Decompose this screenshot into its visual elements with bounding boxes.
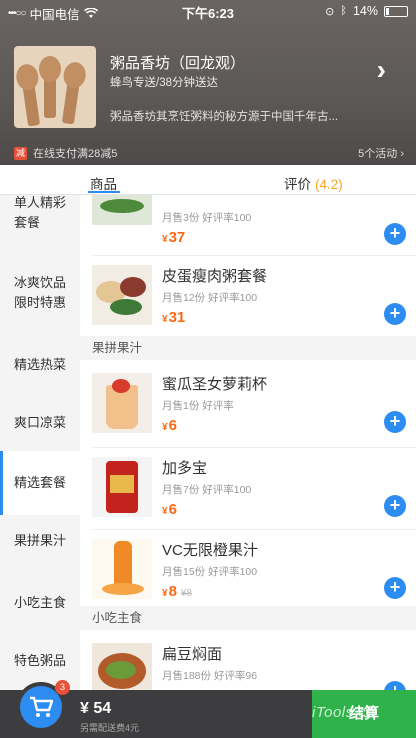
food-image [92, 643, 152, 690]
currency-symbol: ¥ [162, 314, 168, 325]
item-sales: 月售15份 好评率100 [162, 566, 258, 578]
tab-goods[interactable]: 商品 [90, 173, 117, 193]
sidebar-item-label: 精选套餐 [14, 474, 67, 490]
chevron-right-small-icon: › [400, 148, 404, 160]
discount-badge-icon: 减 [14, 146, 27, 160]
sidebar-item-label: 精选热菜 [14, 356, 67, 372]
item-sales: 月售12份 好评率100 [162, 292, 258, 304]
divider [92, 529, 416, 530]
item-sales: 月售188份 好评率96 [162, 670, 258, 682]
item-name: 蜜瓜圣女萝莉杯 [162, 376, 268, 393]
item-sales: 月售3份 好评率100 [162, 212, 252, 224]
item-price: ¥31 [162, 309, 185, 326]
sidebar-item[interactable]: 爽口凉菜 [0, 391, 80, 455]
promo-text: 在线支付满28减5 [33, 148, 118, 160]
food-image [92, 457, 152, 517]
tab-reviews[interactable]: 评价 (4.2) [284, 173, 343, 193]
item-name: 皮蛋瘦肉粥套餐 [162, 268, 268, 285]
sidebar-item[interactable]: 单人精彩套餐 [0, 195, 80, 245]
activities-label: 5个活动 [358, 148, 398, 160]
sidebar-item[interactable]: 冰爽饮品限时特惠 [0, 261, 80, 325]
item-price: ¥6 [162, 501, 177, 518]
menu-list: 月售3份 好评率100 ¥37 + 皮蛋瘦肉粥套餐 月售12份 好评率100 ¥… [80, 195, 416, 690]
currency-symbol: ¥ [162, 422, 168, 433]
food-image [92, 265, 152, 325]
item-old-price: ¥8 [180, 588, 193, 599]
food-image [92, 539, 152, 599]
bluetooth-icon: ᛒ [340, 5, 347, 17]
delivery-fee: 另需配送费4元 [80, 723, 140, 733]
status-bar: •••○○ 中国电信 下午6:23 ⊙ ᛒ 14% [0, 0, 416, 22]
sidebar-item-label: 特色粥品 [14, 652, 67, 668]
cart-count-badge: 3 [55, 680, 70, 695]
tab-reviews-label: 评价 [284, 177, 311, 192]
rating-score: (4.2) [315, 177, 343, 192]
battery-icon [384, 5, 408, 17]
item-price-value: 8 [168, 583, 177, 600]
item-name: 加多宝 [162, 460, 208, 477]
add-to-cart-button[interactable]: + [384, 303, 406, 325]
add-to-cart-button[interactable]: + [384, 411, 406, 433]
tab-bar: 商品 评价 (4.2) [0, 165, 416, 195]
shopping-cart-icon [30, 696, 53, 717]
sidebar-item-label: 单人精彩套餐 [14, 195, 67, 230]
activities-link[interactable]: 5个活动 › [358, 145, 404, 161]
shop-name: 粥品香坊（回龙观） [110, 55, 246, 72]
add-to-cart-button[interactable]: + [384, 681, 406, 690]
item-price: ¥6 [162, 417, 177, 434]
item-price-value: 6 [168, 417, 177, 434]
food-image [92, 195, 152, 225]
item-sales: 月售7份 好评率100 [162, 484, 252, 496]
add-to-cart-button[interactable]: + [384, 577, 406, 599]
sidebar-item-label: 小吃主食 [14, 594, 67, 610]
currency-symbol: ¥ [162, 506, 168, 517]
cart-total: ¥ 54 [80, 700, 112, 717]
shop-delivery-info: 蜂鸟专送/38分钟送达 [110, 77, 218, 89]
sidebar-item[interactable]: 精选热菜 [0, 333, 80, 397]
item-price-value: 6 [168, 501, 177, 518]
sidebar-item-label: 冰爽饮品限时特惠 [14, 274, 67, 310]
item-price: ¥37 [162, 229, 185, 246]
shop-logo [14, 46, 96, 128]
add-to-cart-button[interactable]: + [384, 223, 406, 245]
item-name: 扁豆焖面 [162, 646, 223, 663]
item-price-value: 31 [168, 309, 186, 326]
item-price: ¥8 ¥8 [162, 583, 192, 600]
item-price-value: 37 [168, 229, 186, 246]
sidebar-item[interactable]: 果拼果汁 [0, 509, 80, 573]
currency-symbol: ¥ [162, 234, 168, 245]
shop-header: •••○○ 中国电信 下午6:23 ⊙ ᛒ 14% 粥品香坊（回龙观） 蜂鸟专送… [0, 0, 416, 165]
sidebar-item[interactable]: 特色粥品 [0, 629, 80, 690]
divider [92, 447, 416, 448]
lock-rotation-icon: ⊙ [325, 5, 335, 18]
battery-percent: 14% [352, 4, 378, 18]
tab-active-indicator [88, 191, 120, 193]
sidebar-item-active[interactable]: 精选套餐 [0, 451, 80, 515]
sidebar-item-label: 爽口凉菜 [14, 414, 67, 430]
promo-row: 减 在线支付满28减5 [14, 145, 117, 161]
item-name: VC无限橙果汁 [162, 542, 258, 559]
item-sales: 月售1份 好评率 [162, 400, 234, 412]
watermark: iTools.cn [312, 704, 376, 721]
section-header: 果拼果汁 [80, 336, 416, 360]
shop-description: 粥品香坊其烹饪粥料的秘方源于中国千年古... [110, 111, 339, 123]
currency-symbol: ¥ [162, 588, 168, 599]
add-to-cart-button[interactable]: + [384, 495, 406, 517]
section-header: 小吃主食 [80, 606, 416, 630]
sidebar-item-label: 果拼果汁 [14, 532, 67, 548]
category-sidebar: 单人精彩套餐 冰爽饮品限时特惠 精选热菜 爽口凉菜 精选套餐 果拼果汁 小吃主食… [0, 195, 80, 690]
sidebar-item[interactable]: 小吃主食 [0, 571, 80, 635]
divider [92, 255, 416, 256]
food-image [92, 373, 152, 433]
chevron-right-icon[interactable]: › [377, 56, 386, 84]
